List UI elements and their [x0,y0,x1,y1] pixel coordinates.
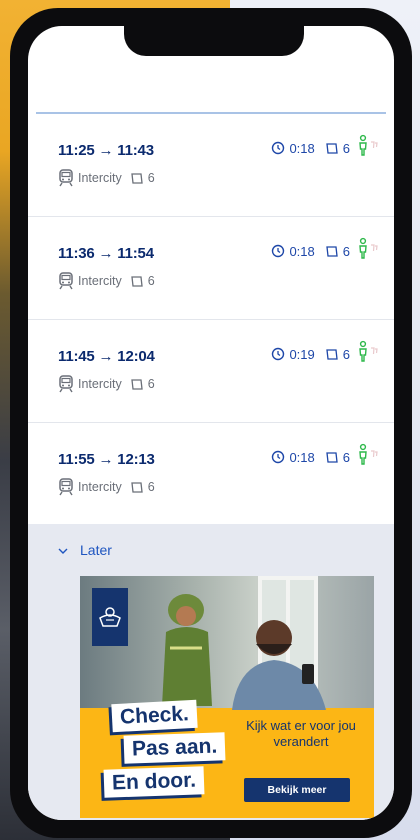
phone-notch [124,18,304,56]
trip-duration: 0:18 [289,243,315,259]
summary-platform: 6 [342,243,350,259]
arrow: → [98,245,114,262]
platform-icon [130,480,144,494]
person-icon [356,134,378,156]
trip-times: 11:25 → 11:43 [58,142,154,159]
later-section: Later Check. Pas aan. En door. Kijk wat … [28,524,394,820]
arrow: → [98,142,114,159]
later-label: Later [80,542,112,558]
summary-platform: 6 [342,140,350,156]
trip-summary: 0:18 6 [271,443,378,465]
clock-icon [271,244,285,258]
trip-meta: Intercity 6 [58,478,155,496]
departure-time: 11:36 [58,245,95,262]
arrival-time: 11:43 [117,142,154,159]
clock-icon [271,347,285,361]
train-type: Intercity [78,480,122,494]
platform-icon [130,377,144,391]
trip-row[interactable]: 11:36 → 11:54 Intercity 6 0:18 6 [28,217,394,320]
trip-duration: 0:19 [289,346,315,362]
train-type: Intercity [78,274,122,288]
ad-headline-line-2: Pas aan. [123,732,226,764]
ad-child-figure [152,588,222,708]
platform-icon [325,141,339,155]
trip-duration: 0:18 [289,140,315,156]
train-type: Intercity [78,377,122,391]
person-icon [356,340,378,362]
ad-man-figure [226,614,336,710]
platform-number: 6 [147,480,155,494]
arrival-time: 12:13 [117,451,155,468]
later-toggle[interactable]: Later [58,542,112,558]
platform-icon [325,450,339,464]
trip-meta: Intercity 6 [58,272,155,290]
ad-headline-line-1: Check. [111,699,198,733]
train-type: Intercity [78,171,122,185]
platform-icon [325,244,339,258]
arrow: → [98,451,114,468]
ad-cta-button[interactable]: Bekijk meer [244,778,350,802]
trip-times: 11:36 → 11:54 [58,245,154,262]
trip-times: 11:45 → 12:04 [58,348,155,365]
ad-subtext: Kijk wat er voor jou verandert [246,718,356,749]
train-icon [58,169,74,187]
trip-row[interactable]: 11:55 → 12:13 Intercity 6 0:18 6 [28,423,394,526]
trip-summary: 0:18 6 [271,237,378,259]
government-crest-icon [92,588,128,646]
platform-icon [325,347,339,361]
arrow: → [98,348,114,365]
departure-time: 11:25 [58,142,95,159]
trip-duration: 0:18 [289,449,315,465]
platform-number: 6 [147,171,155,185]
person-icon [356,237,378,259]
platform-icon [130,274,144,288]
platform-number: 6 [147,377,155,391]
clock-icon [271,141,285,155]
phone-frame: 11:25 → 11:43 Intercity 6 0:18 6 11:36 → 11:5… [10,8,412,838]
trip-summary: 0:19 6 [271,340,378,362]
chevron-down-icon [58,542,68,558]
clock-icon [271,450,285,464]
ad-headline-line-3: En door. [103,766,205,798]
trip-row[interactable]: 11:25 → 11:43 Intercity 6 0:18 6 [28,114,394,217]
train-icon [58,272,74,290]
arrival-time: 12:04 [117,348,155,365]
person-icon [356,443,378,465]
arrival-time: 11:54 [117,245,154,262]
departure-time: 11:55 [58,451,95,468]
trip-summary: 0:18 6 [271,134,378,156]
advertisement-banner[interactable]: Check. Pas aan. En door. Kijk wat er voo… [80,576,374,818]
platform-icon [130,171,144,185]
phone-screen: 11:25 → 11:43 Intercity 6 0:18 6 11:36 → 11:5… [28,26,394,820]
train-icon [58,375,74,393]
departure-time: 11:45 [58,348,95,365]
platform-number: 6 [147,274,155,288]
summary-platform: 6 [342,449,350,465]
summary-platform: 6 [342,346,350,362]
trip-row[interactable]: 11:45 → 12:04 Intercity 6 0:19 6 [28,320,394,423]
trip-meta: Intercity 6 [58,375,155,393]
trip-list: 11:25 → 11:43 Intercity 6 0:18 6 11:36 → 11:5… [28,114,394,526]
trip-meta: Intercity 6 [58,169,155,187]
train-icon [58,478,74,496]
trip-times: 11:55 → 12:13 [58,451,155,468]
